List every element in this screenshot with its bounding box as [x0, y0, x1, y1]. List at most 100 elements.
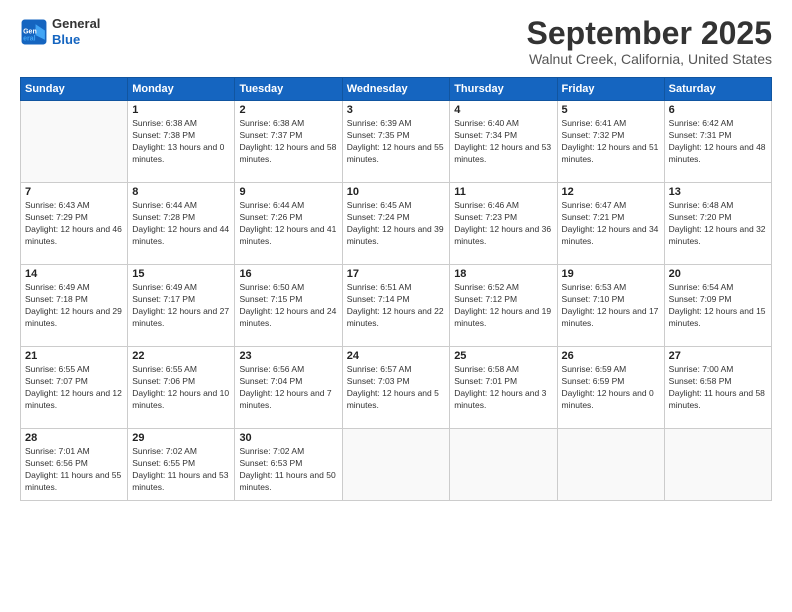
day-num-1-1: 8: [132, 186, 230, 198]
day-num-0-5: 5: [562, 104, 660, 116]
day-info-3-3: Sunrise: 6:57 AMSunset: 7:03 PMDaylight:…: [347, 364, 445, 412]
day-info-4-2: Sunrise: 7:02 AMSunset: 6:53 PMDaylight:…: [239, 446, 337, 494]
cell-0-6: 6Sunrise: 6:42 AMSunset: 7:31 PMDaylight…: [664, 101, 771, 183]
day-info-1-0: Sunrise: 6:43 AMSunset: 7:29 PMDaylight:…: [25, 200, 123, 248]
day-num-3-4: 25: [454, 350, 552, 362]
cell-1-1: 8 Sunrise: 6:44 AMSunset: 7:28 PMDaylight…: [128, 183, 235, 265]
cell-1-0: 7 Sunrise: 6:43 AMSunset: 7:29 PMDaylight…: [21, 183, 128, 265]
cell-4-5: [557, 429, 664, 501]
day-num-0-6: 6: [669, 104, 767, 116]
day-info-0-3: Sunrise: 6:39 AMSunset: 7:35 PMDaylight:…: [347, 118, 445, 166]
day-num-4-1: 29: [132, 432, 230, 444]
day-info-1-6: Sunrise: 6:48 AMSunset: 7:20 PMDaylight:…: [669, 200, 767, 248]
col-saturday: Saturday: [664, 78, 771, 101]
cell-0-5: 5 Sunrise: 6:41 AMSunset: 7:32 PMDaylight…: [557, 101, 664, 183]
week-row-1: 1Sunrise: 6:38 AMSunset: 7:38 PMDaylight…: [21, 101, 772, 183]
day-num-1-0: 7: [25, 186, 123, 198]
day-num-3-5: 26: [562, 350, 660, 362]
logo-text-line1: General: [52, 16, 100, 32]
cell-2-1: 15 Sunrise: 6:49 AMSunset: 7:17 PMDayligh…: [128, 265, 235, 347]
cell-3-2: 23 Sunrise: 6:56 AMSunset: 7:04 PMDayligh…: [235, 347, 342, 429]
logo: Gen eral General Blue: [20, 16, 100, 47]
day-info-0-2: Sunrise: 6:38 AMSunset: 7:37 PMDaylight:…: [239, 118, 337, 166]
day-info-1-2: Sunrise: 6:44 AMSunset: 7:26 PMDaylight:…: [239, 200, 337, 248]
day-num-2-6: 20: [669, 268, 767, 280]
calendar-table: Sunday Monday Tuesday Wednesday Thursday…: [20, 77, 772, 501]
col-tuesday: Tuesday: [235, 78, 342, 101]
cell-2-5: 19 Sunrise: 6:53 AMSunset: 7:10 PMDayligh…: [557, 265, 664, 347]
col-wednesday: Wednesday: [342, 78, 449, 101]
col-sunday: Sunday: [21, 78, 128, 101]
cell-2-3: 17 Sunrise: 6:51 AMSunset: 7:14 PMDayligh…: [342, 265, 449, 347]
cell-2-0: 14 Sunrise: 6:49 AMSunset: 7:18 PMDayligh…: [21, 265, 128, 347]
cell-1-6: 13 Sunrise: 6:48 AMSunset: 7:20 PMDayligh…: [664, 183, 771, 265]
day-info-3-0: Sunrise: 6:55 AMSunset: 7:07 PMDaylight:…: [25, 364, 123, 412]
day-info-3-4: Sunrise: 6:58 AMSunset: 7:01 PMDaylight:…: [454, 364, 552, 412]
day-num-2-0: 14: [25, 268, 123, 280]
day-num-3-2: 23: [239, 350, 337, 362]
col-friday: Friday: [557, 78, 664, 101]
day-info-3-5: Sunrise: 6:59 AMSunset: 6:59 PMDaylight:…: [562, 364, 660, 412]
week-row-3: 14 Sunrise: 6:49 AMSunset: 7:18 PMDayligh…: [21, 265, 772, 347]
day-info-0-1: Sunrise: 6:38 AMSunset: 7:38 PMDaylight:…: [132, 118, 230, 166]
day-num-3-0: 21: [25, 350, 123, 362]
day-info-2-3: Sunrise: 6:51 AMSunset: 7:14 PMDaylight:…: [347, 282, 445, 330]
day-num-3-3: 24: [347, 350, 445, 362]
day-num-1-5: 12: [562, 186, 660, 198]
col-monday: Monday: [128, 78, 235, 101]
cell-3-1: 22Sunrise: 6:55 AMSunset: 7:06 PMDayligh…: [128, 347, 235, 429]
day-num-2-1: 15: [132, 268, 230, 280]
day-num-1-6: 13: [669, 186, 767, 198]
day-info-2-0: Sunrise: 6:49 AMSunset: 7:18 PMDaylight:…: [25, 282, 123, 330]
day-num-2-3: 17: [347, 268, 445, 280]
cell-1-4: 11 Sunrise: 6:46 AMSunset: 7:23 PMDayligh…: [450, 183, 557, 265]
cell-3-0: 21 Sunrise: 6:55 AMSunset: 7:07 PMDayligh…: [21, 347, 128, 429]
calendar-header-row: Sunday Monday Tuesday Wednesday Thursday…: [21, 78, 772, 101]
logo-text-line2: Blue: [52, 32, 100, 48]
cell-0-3: 3 Sunrise: 6:39 AMSunset: 7:35 PMDaylight…: [342, 101, 449, 183]
cell-4-3: [342, 429, 449, 501]
svg-text:Gen: Gen: [23, 28, 37, 35]
cell-1-5: 12 Sunrise: 6:47 AMSunset: 7:21 PMDayligh…: [557, 183, 664, 265]
logo-icon: Gen eral: [20, 18, 48, 46]
cell-3-4: 25 Sunrise: 6:58 AMSunset: 7:01 PMDayligh…: [450, 347, 557, 429]
day-info-3-2: Sunrise: 6:56 AMSunset: 7:04 PMDaylight:…: [239, 364, 337, 412]
day-num-1-3: 10: [347, 186, 445, 198]
cell-4-6: [664, 429, 771, 501]
day-info-1-4: Sunrise: 6:46 AMSunset: 7:23 PMDaylight:…: [454, 200, 552, 248]
day-info-1-5: Sunrise: 6:47 AMSunset: 7:21 PMDaylight:…: [562, 200, 660, 248]
cell-0-2: 2 Sunrise: 6:38 AMSunset: 7:37 PMDaylight…: [235, 101, 342, 183]
cell-0-1: 1Sunrise: 6:38 AMSunset: 7:38 PMDaylight…: [128, 101, 235, 183]
day-num-1-4: 11: [454, 186, 552, 198]
cell-2-4: 18Sunrise: 6:52 AMSunset: 7:12 PMDayligh…: [450, 265, 557, 347]
cell-3-6: 27Sunrise: 7:00 AMSunset: 6:58 PMDayligh…: [664, 347, 771, 429]
cell-4-4: [450, 429, 557, 501]
cell-1-3: 10Sunrise: 6:45 AMSunset: 7:24 PMDayligh…: [342, 183, 449, 265]
day-info-2-5: Sunrise: 6:53 AMSunset: 7:10 PMDaylight:…: [562, 282, 660, 330]
day-num-0-3: 3: [347, 104, 445, 116]
month-title: September 2025: [527, 16, 772, 51]
col-thursday: Thursday: [450, 78, 557, 101]
day-num-0-4: 4: [454, 104, 552, 116]
week-row-5: 28Sunrise: 7:01 AMSunset: 6:56 PMDayligh…: [21, 429, 772, 501]
cell-3-3: 24 Sunrise: 6:57 AMSunset: 7:03 PMDayligh…: [342, 347, 449, 429]
day-num-1-2: 9: [239, 186, 337, 198]
day-info-2-4: Sunrise: 6:52 AMSunset: 7:12 PMDaylight:…: [454, 282, 552, 330]
cell-0-0: [21, 101, 128, 183]
page: Gen eral General Blue September 2025 Wal…: [0, 0, 792, 612]
day-num-4-2: 30: [239, 432, 337, 444]
week-row-4: 21 Sunrise: 6:55 AMSunset: 7:07 PMDayligh…: [21, 347, 772, 429]
day-info-3-1: Sunrise: 6:55 AMSunset: 7:06 PMDaylight:…: [132, 364, 230, 412]
day-info-0-5: Sunrise: 6:41 AMSunset: 7:32 PMDaylight:…: [562, 118, 660, 166]
day-info-1-1: Sunrise: 6:44 AMSunset: 7:28 PMDaylight:…: [132, 200, 230, 248]
day-num-0-2: 2: [239, 104, 337, 116]
week-row-2: 7 Sunrise: 6:43 AMSunset: 7:29 PMDaylight…: [21, 183, 772, 265]
day-info-2-1: Sunrise: 6:49 AMSunset: 7:17 PMDaylight:…: [132, 282, 230, 330]
day-info-4-0: Sunrise: 7:01 AMSunset: 6:56 PMDaylight:…: [25, 446, 123, 494]
day-num-2-5: 19: [562, 268, 660, 280]
cell-2-6: 20 Sunrise: 6:54 AMSunset: 7:09 PMDayligh…: [664, 265, 771, 347]
day-info-2-6: Sunrise: 6:54 AMSunset: 7:09 PMDaylight:…: [669, 282, 767, 330]
title-block: September 2025 Walnut Creek, California,…: [527, 16, 772, 67]
cell-0-4: 4Sunrise: 6:40 AMSunset: 7:34 PMDaylight…: [450, 101, 557, 183]
cell-3-5: 26 Sunrise: 6:59 AMSunset: 6:59 PMDayligh…: [557, 347, 664, 429]
